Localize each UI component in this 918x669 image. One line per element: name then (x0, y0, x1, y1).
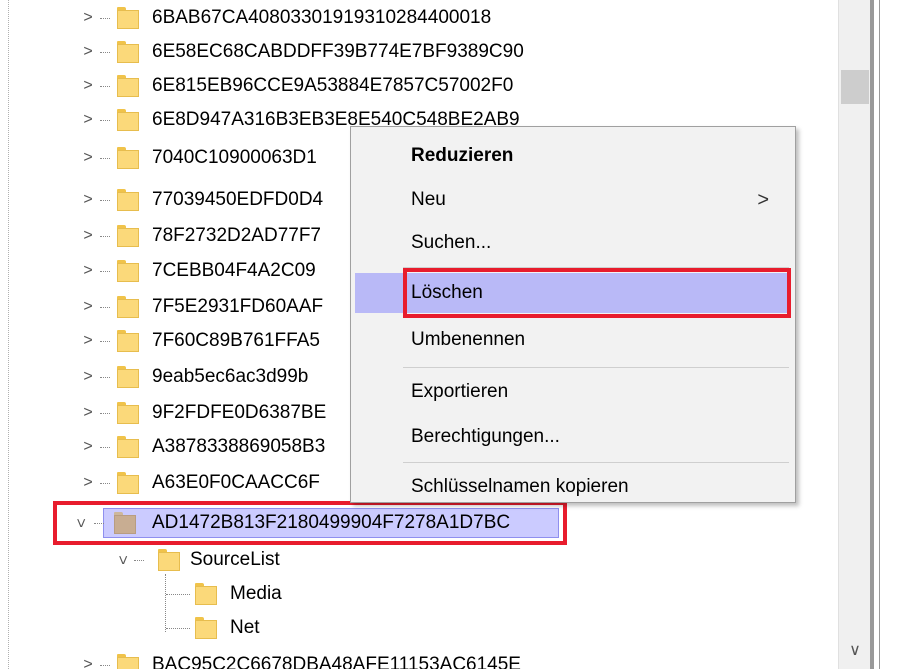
chevron-right-icon[interactable]: > (78, 69, 98, 103)
menu-item-permissions[interactable]: Berechtigungen... (351, 417, 795, 457)
highlight-box-selected-key (53, 501, 567, 545)
context-menu: Reduzieren Neu > Suchen... Löschen Umben… (350, 126, 796, 503)
tree-row-label: 6E815EB96CCE9A53884E7857C57002F0 (152, 75, 514, 96)
folder-icon (117, 109, 139, 131)
menu-item-new[interactable]: Neu > (351, 180, 795, 220)
tree-row-label: 9F2FDFE0D6387BE (152, 402, 327, 423)
tree-row-label: 6BAB67CA40803301919310284400018 (152, 7, 492, 28)
chevron-right-icon[interactable]: > (78, 290, 98, 324)
tree-row-label: 7CEBB04F4A2C09 (152, 260, 316, 281)
window-border (870, 0, 874, 669)
folder-icon (117, 654, 139, 669)
folder-icon (117, 366, 139, 388)
chevron-right-icon[interactable]: > (78, 141, 98, 175)
tree-row-label: Media (230, 583, 282, 604)
folder-icon (117, 260, 139, 282)
highlight-box-delete (403, 268, 791, 318)
folder-icon (117, 436, 139, 458)
folder-icon (117, 7, 139, 29)
folder-icon (117, 41, 139, 63)
folder-icon (117, 296, 139, 318)
tree-row-label: 77039450EDFD0D4 (152, 189, 324, 210)
tree-row-label: BAC95C2C6678DBA48AFE11153AC6145E (152, 654, 521, 669)
menu-item-find[interactable]: Suchen... (351, 223, 795, 263)
folder-icon (117, 225, 139, 247)
chevron-right-icon[interactable]: > (78, 466, 98, 500)
tree-row[interactable]: > 6E815EB96CCE9A53884E7857C57002F0 (0, 69, 838, 103)
folder-icon (117, 472, 139, 494)
menu-item-label: Suchen... (411, 232, 492, 253)
chevron-right-icon[interactable]: > (78, 648, 98, 669)
chevron-right-icon[interactable]: > (78, 430, 98, 464)
submenu-arrow-icon: > (757, 189, 769, 211)
tree-row-grandchild[interactable]: Media (0, 577, 838, 611)
tree-row-label: 9eab5ec6ac3d99b (152, 366, 309, 387)
folder-icon (117, 330, 139, 352)
menu-item-label: Neu (411, 189, 446, 210)
menu-item-copy-key-name[interactable]: Schlüsselnamen kopieren (351, 467, 795, 507)
window-border-line (879, 0, 880, 669)
chevron-right-icon[interactable]: > (78, 254, 98, 288)
tree-row[interactable]: > BAC95C2C6678DBA48AFE11153AC6145E (0, 648, 838, 669)
chevron-right-icon[interactable]: > (78, 183, 98, 217)
folder-icon (117, 189, 139, 211)
menu-separator (403, 367, 789, 368)
chevron-right-icon[interactable]: > (78, 360, 98, 394)
tree-row[interactable]: > 6BAB67CA40803301919310284400018 (0, 1, 838, 35)
folder-icon (195, 583, 217, 605)
tree-row-grandchild[interactable]: Net (0, 611, 838, 645)
tree-row-label: SourceList (190, 549, 280, 570)
tree-row-label: 6E58EC68CABDDFF39B774E7BF9389C90 (152, 41, 524, 62)
folder-icon (117, 402, 139, 424)
menu-item-label: Umbenennen (411, 329, 526, 350)
menu-item-label: Schlüsselnamen kopieren (411, 476, 629, 497)
chevron-right-icon[interactable]: > (78, 219, 98, 253)
tree-row-label: 7F60C89B761FFA5 (152, 330, 320, 351)
tree-row-label: 7F5E2931FD60AAF (152, 296, 324, 317)
menu-item-label: Berechtigungen... (411, 426, 560, 447)
folder-icon (117, 147, 139, 169)
vertical-scrollbar[interactable]: ∨ (838, 0, 871, 669)
menu-separator (403, 462, 789, 463)
chevron-right-icon[interactable]: > (78, 1, 98, 35)
menu-item-collapse[interactable]: Reduzieren (351, 136, 795, 176)
tree-row-label: 78F2732D2AD77F7 (152, 225, 321, 246)
tree-row-label: A3878338869058B3 (152, 436, 326, 457)
menu-item-label: Exportieren (411, 381, 509, 402)
menu-item-label: Reduzieren (411, 145, 514, 166)
tree-row[interactable]: > 6E58EC68CABDDFF39B774E7BF9389C90 (0, 35, 838, 69)
chevron-right-icon[interactable]: > (78, 103, 98, 137)
chevron-right-icon[interactable]: > (78, 324, 98, 358)
chevron-right-icon[interactable]: > (78, 35, 98, 69)
menu-item-export[interactable]: Exportieren (351, 372, 795, 412)
tree-row-label: 7040C10900063D1 (152, 147, 317, 168)
tree-row-label: A63E0F0CAACC6F (152, 472, 320, 493)
scrollbar-thumb[interactable] (841, 70, 869, 104)
tree-row-child[interactable]: > SourceList (0, 543, 838, 577)
menu-item-rename[interactable]: Umbenennen (351, 320, 795, 360)
folder-icon (195, 617, 217, 639)
tree-row-label: Net (230, 617, 260, 638)
folder-icon (158, 549, 180, 571)
chevron-right-icon[interactable]: > (78, 396, 98, 430)
folder-icon (117, 75, 139, 97)
scroll-down-icon[interactable]: ∨ (839, 636, 871, 666)
